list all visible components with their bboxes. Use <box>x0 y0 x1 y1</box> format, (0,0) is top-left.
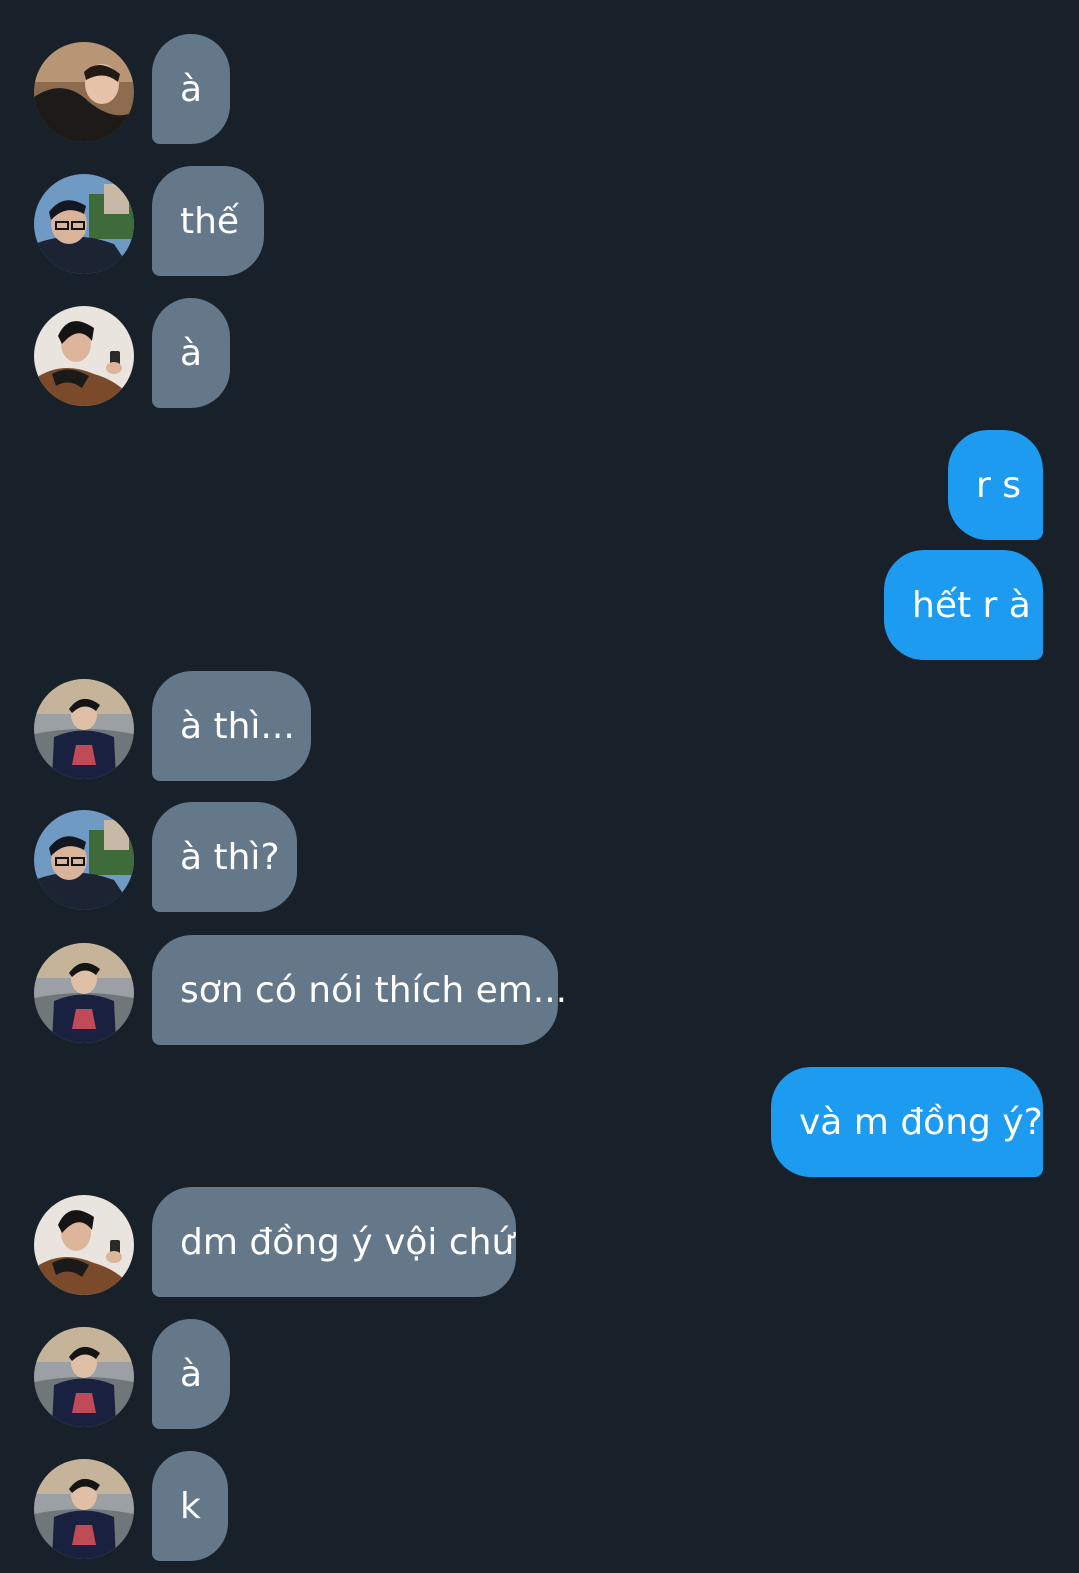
message-bubble: à <box>152 34 230 144</box>
avatar[interactable] <box>34 42 134 142</box>
avatar[interactable] <box>34 1195 134 1295</box>
message-bubble: à thì... <box>152 671 311 781</box>
avatar[interactable] <box>34 1327 134 1427</box>
avatar-brown-jacket-icon <box>34 1195 134 1295</box>
message-bubble: và m đồng ý? <box>771 1067 1043 1177</box>
message-row: à <box>0 34 1079 144</box>
message-row: sơn có nói thích em... <box>0 935 1079 1045</box>
avatar-glasses-trees-icon <box>34 174 134 274</box>
avatar-navy-sweater-icon <box>34 943 134 1043</box>
message-bubble: sơn có nói thích em... <box>152 935 567 1045</box>
chat-thread: à thế à r s hết r à à thì... à thì? sơn … <box>0 0 1079 1573</box>
message-bubble: à thì? <box>152 802 297 912</box>
message-bubble: hết r à <box>884 550 1043 660</box>
avatar-navy-sweater-icon <box>34 1327 134 1427</box>
message-bubble: r s <box>948 430 1043 540</box>
message-bubble: thế <box>152 166 264 276</box>
message-bubble: k <box>152 1451 228 1561</box>
message-row: à thì... <box>0 671 1079 781</box>
message-row: hết r à <box>0 550 1079 660</box>
avatar[interactable] <box>34 679 134 779</box>
message-bubble: dm đồng ý vội chứ <box>152 1187 516 1297</box>
message-row: à <box>0 298 1079 408</box>
avatar[interactable] <box>34 810 134 910</box>
avatar[interactable] <box>34 1459 134 1559</box>
avatar[interactable] <box>34 174 134 274</box>
message-bubble: à <box>152 1319 230 1429</box>
message-row: và m đồng ý? <box>0 1067 1079 1177</box>
avatar[interactable] <box>34 306 134 406</box>
avatar-navy-sweater-icon <box>34 679 134 779</box>
avatar[interactable] <box>34 943 134 1043</box>
message-row: r s <box>0 430 1079 540</box>
avatar-leather-jacket-icon <box>34 42 134 142</box>
avatar-brown-jacket-icon <box>34 306 134 406</box>
avatar-navy-sweater-icon <box>34 1459 134 1559</box>
avatar-glasses-trees-icon <box>34 810 134 910</box>
message-row: à thì? <box>0 802 1079 912</box>
message-row: à <box>0 1319 1079 1429</box>
message-row: k <box>0 1451 1079 1561</box>
message-bubble: à <box>152 298 230 408</box>
message-row: dm đồng ý vội chứ <box>0 1187 1079 1297</box>
message-row: thế <box>0 166 1079 276</box>
